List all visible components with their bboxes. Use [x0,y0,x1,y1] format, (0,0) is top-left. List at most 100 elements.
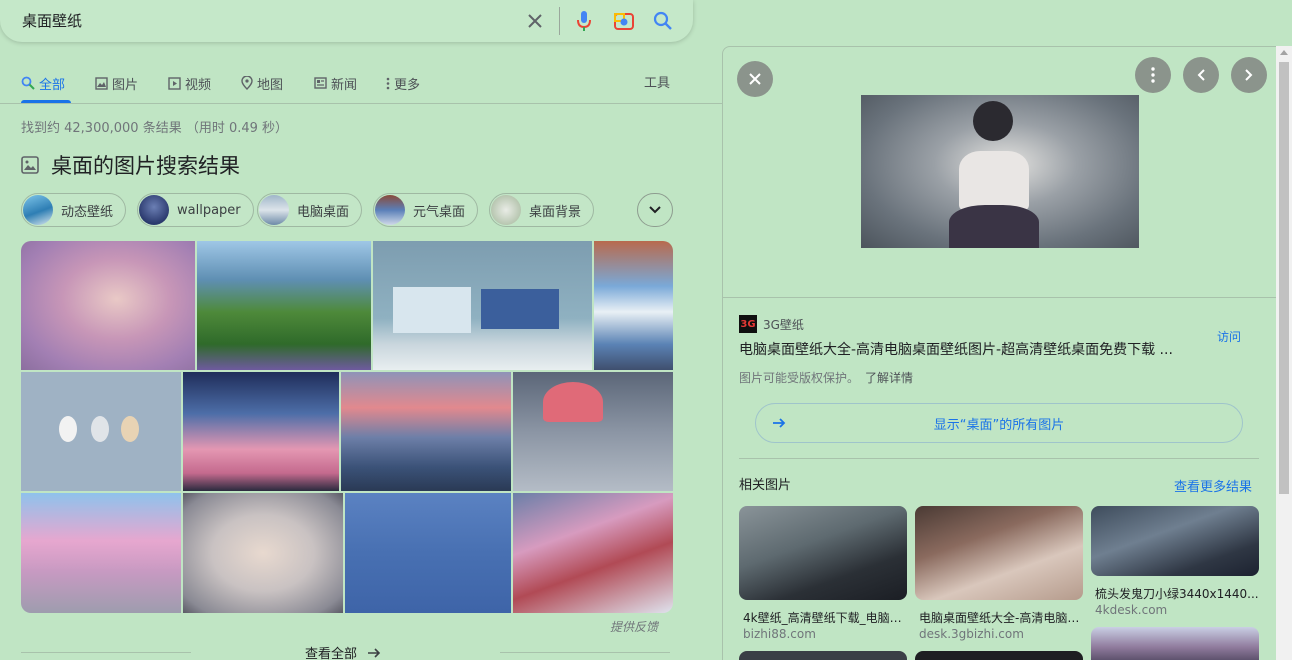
chip-yuanqi-desktop[interactable]: 元气桌面 [373,193,479,227]
chip-computer-desktop[interactable]: 电脑桌面 [257,193,363,227]
chip-thumbnail [375,195,405,225]
chip-thumbnail [491,195,521,225]
tab-label: 新闻 [331,77,358,93]
related-image[interactable] [1091,506,1259,576]
show-all-images-button[interactable]: 显示“桌面”的所有图片 [755,403,1243,443]
divider [21,652,191,653]
related-image[interactable] [739,651,907,660]
close-button[interactable] [737,61,773,97]
related-site: bizhi88.com [743,627,816,641]
site-logo: 3G [739,315,757,333]
tab-maps[interactable]: 地图 [241,72,283,94]
more-vert-icon [1151,67,1155,83]
chip-thumbnail [259,195,289,225]
related-images-title: 相关图片 [739,478,792,493]
chevron-left-icon [1197,69,1205,81]
learn-more-link[interactable]: 了解详情 [865,371,913,385]
search-bar[interactable]: 桌面壁纸 [0,0,693,42]
related-image[interactable] [739,506,907,600]
arrow-right-icon [368,647,381,658]
camera-lens-icon[interactable] [611,8,637,34]
tools-button[interactable]: 工具 [644,72,670,91]
scroll-thumb[interactable] [1279,62,1289,494]
related-image[interactable] [915,651,1083,660]
more-options-button[interactable] [1135,57,1171,93]
chip-thumbnail [139,195,169,225]
image-result[interactable] [513,372,673,491]
scrollbar[interactable] [1276,46,1292,660]
divider [739,458,1259,459]
chip-label: 元气桌面 [413,204,466,220]
preview-title[interactable]: 电脑桌面壁纸大全-高清电脑桌面壁纸图片-超高清壁纸桌面免费下载 ... [739,339,1173,359]
chips-expand-button[interactable] [637,193,673,227]
next-button[interactable] [1231,57,1267,93]
chip-label: wallpaper [177,202,241,218]
image-icon [95,76,108,90]
tab-all[interactable]: 全部 [21,72,65,94]
image-result[interactable] [341,372,511,491]
more-vert-icon [386,77,390,89]
image-grid [21,241,673,613]
tab-label: 全部 [39,77,66,93]
related-image[interactable] [1091,627,1259,660]
more-results-link[interactable]: 查看更多结果 [1174,476,1252,495]
image-result[interactable] [513,493,673,613]
image-result[interactable] [183,493,343,613]
search-icon[interactable] [650,8,676,34]
search-icon [21,76,35,90]
news-icon [314,77,327,89]
clear-icon[interactable] [522,8,548,34]
image-result[interactable] [21,372,181,491]
image-result[interactable] [594,241,673,370]
copyright-notice: 图片可能受版权保护。 了解详情 [739,369,913,386]
related-image[interactable] [915,506,1083,600]
result-stats: 找到约 42,300,000 条结果 （用时 0.49 秒） [21,121,289,136]
visit-link[interactable]: 访问 [1217,328,1241,345]
image-result[interactable] [373,241,592,370]
chevron-down-icon [649,206,661,214]
image-result[interactable] [21,493,181,613]
feedback-link[interactable]: 提供反馈 [610,618,658,635]
tab-label: 图片 [112,77,139,93]
source-site[interactable]: 3G 3G壁纸 [739,315,804,333]
see-all-link[interactable]: 查看全部 [305,643,381,660]
image-result[interactable] [21,241,195,370]
scroll-up-arrow[interactable] [1280,50,1288,55]
chip-label: 桌面背景 [529,204,582,220]
related-caption[interactable]: 梳头发鬼刀小绿3440x1440... [1095,585,1261,602]
tab-label: 视频 [185,77,212,93]
close-icon [749,73,761,85]
tab-label: 更多 [394,77,421,93]
previous-button[interactable] [1183,57,1219,93]
divider [500,652,670,653]
chip-wallpaper[interactable]: wallpaper [137,193,254,227]
related-caption[interactable]: 4k壁纸_高清壁纸下载_电脑桌面壁纸 [743,609,909,626]
show-all-label: 显示“桌面”的所有图片 [933,417,1065,433]
chip-dynamic-wallpaper[interactable]: 动态壁纸 [21,193,127,227]
related-site: 4kdesk.com [1095,603,1168,617]
tab-videos[interactable]: 视频 [168,72,211,94]
divider [723,297,1277,298]
see-all-label: 查看全部 [305,647,358,660]
related-caption[interactable]: 电脑桌面壁纸大全-高清电脑桌面壁纸 [919,609,1085,626]
image-result[interactable] [345,493,511,613]
microphone-icon[interactable] [571,8,597,34]
section-title-text: 桌面的图片搜索结果 [51,154,240,178]
search-input[interactable]: 桌面壁纸 [22,10,82,31]
source-name: 3G壁纸 [763,317,804,332]
search-divider [559,7,560,35]
chevron-right-icon [1245,69,1253,81]
image-result[interactable] [183,372,339,491]
related-site: desk.3gbizhi.com [919,627,1024,641]
map-pin-icon [241,76,253,90]
tab-images[interactable]: 图片 [95,72,138,94]
chip-thumbnail [23,195,53,225]
tab-news[interactable]: 新闻 [314,72,357,94]
chip-label: 动态壁纸 [61,204,114,220]
image-result[interactable] [197,241,371,370]
tab-more[interactable]: 更多 [386,72,420,94]
image-icon [21,156,39,174]
tab-label: 地图 [257,77,284,93]
chip-desktop-background[interactable]: 桌面背景 [489,193,595,227]
preview-image[interactable] [861,95,1139,248]
